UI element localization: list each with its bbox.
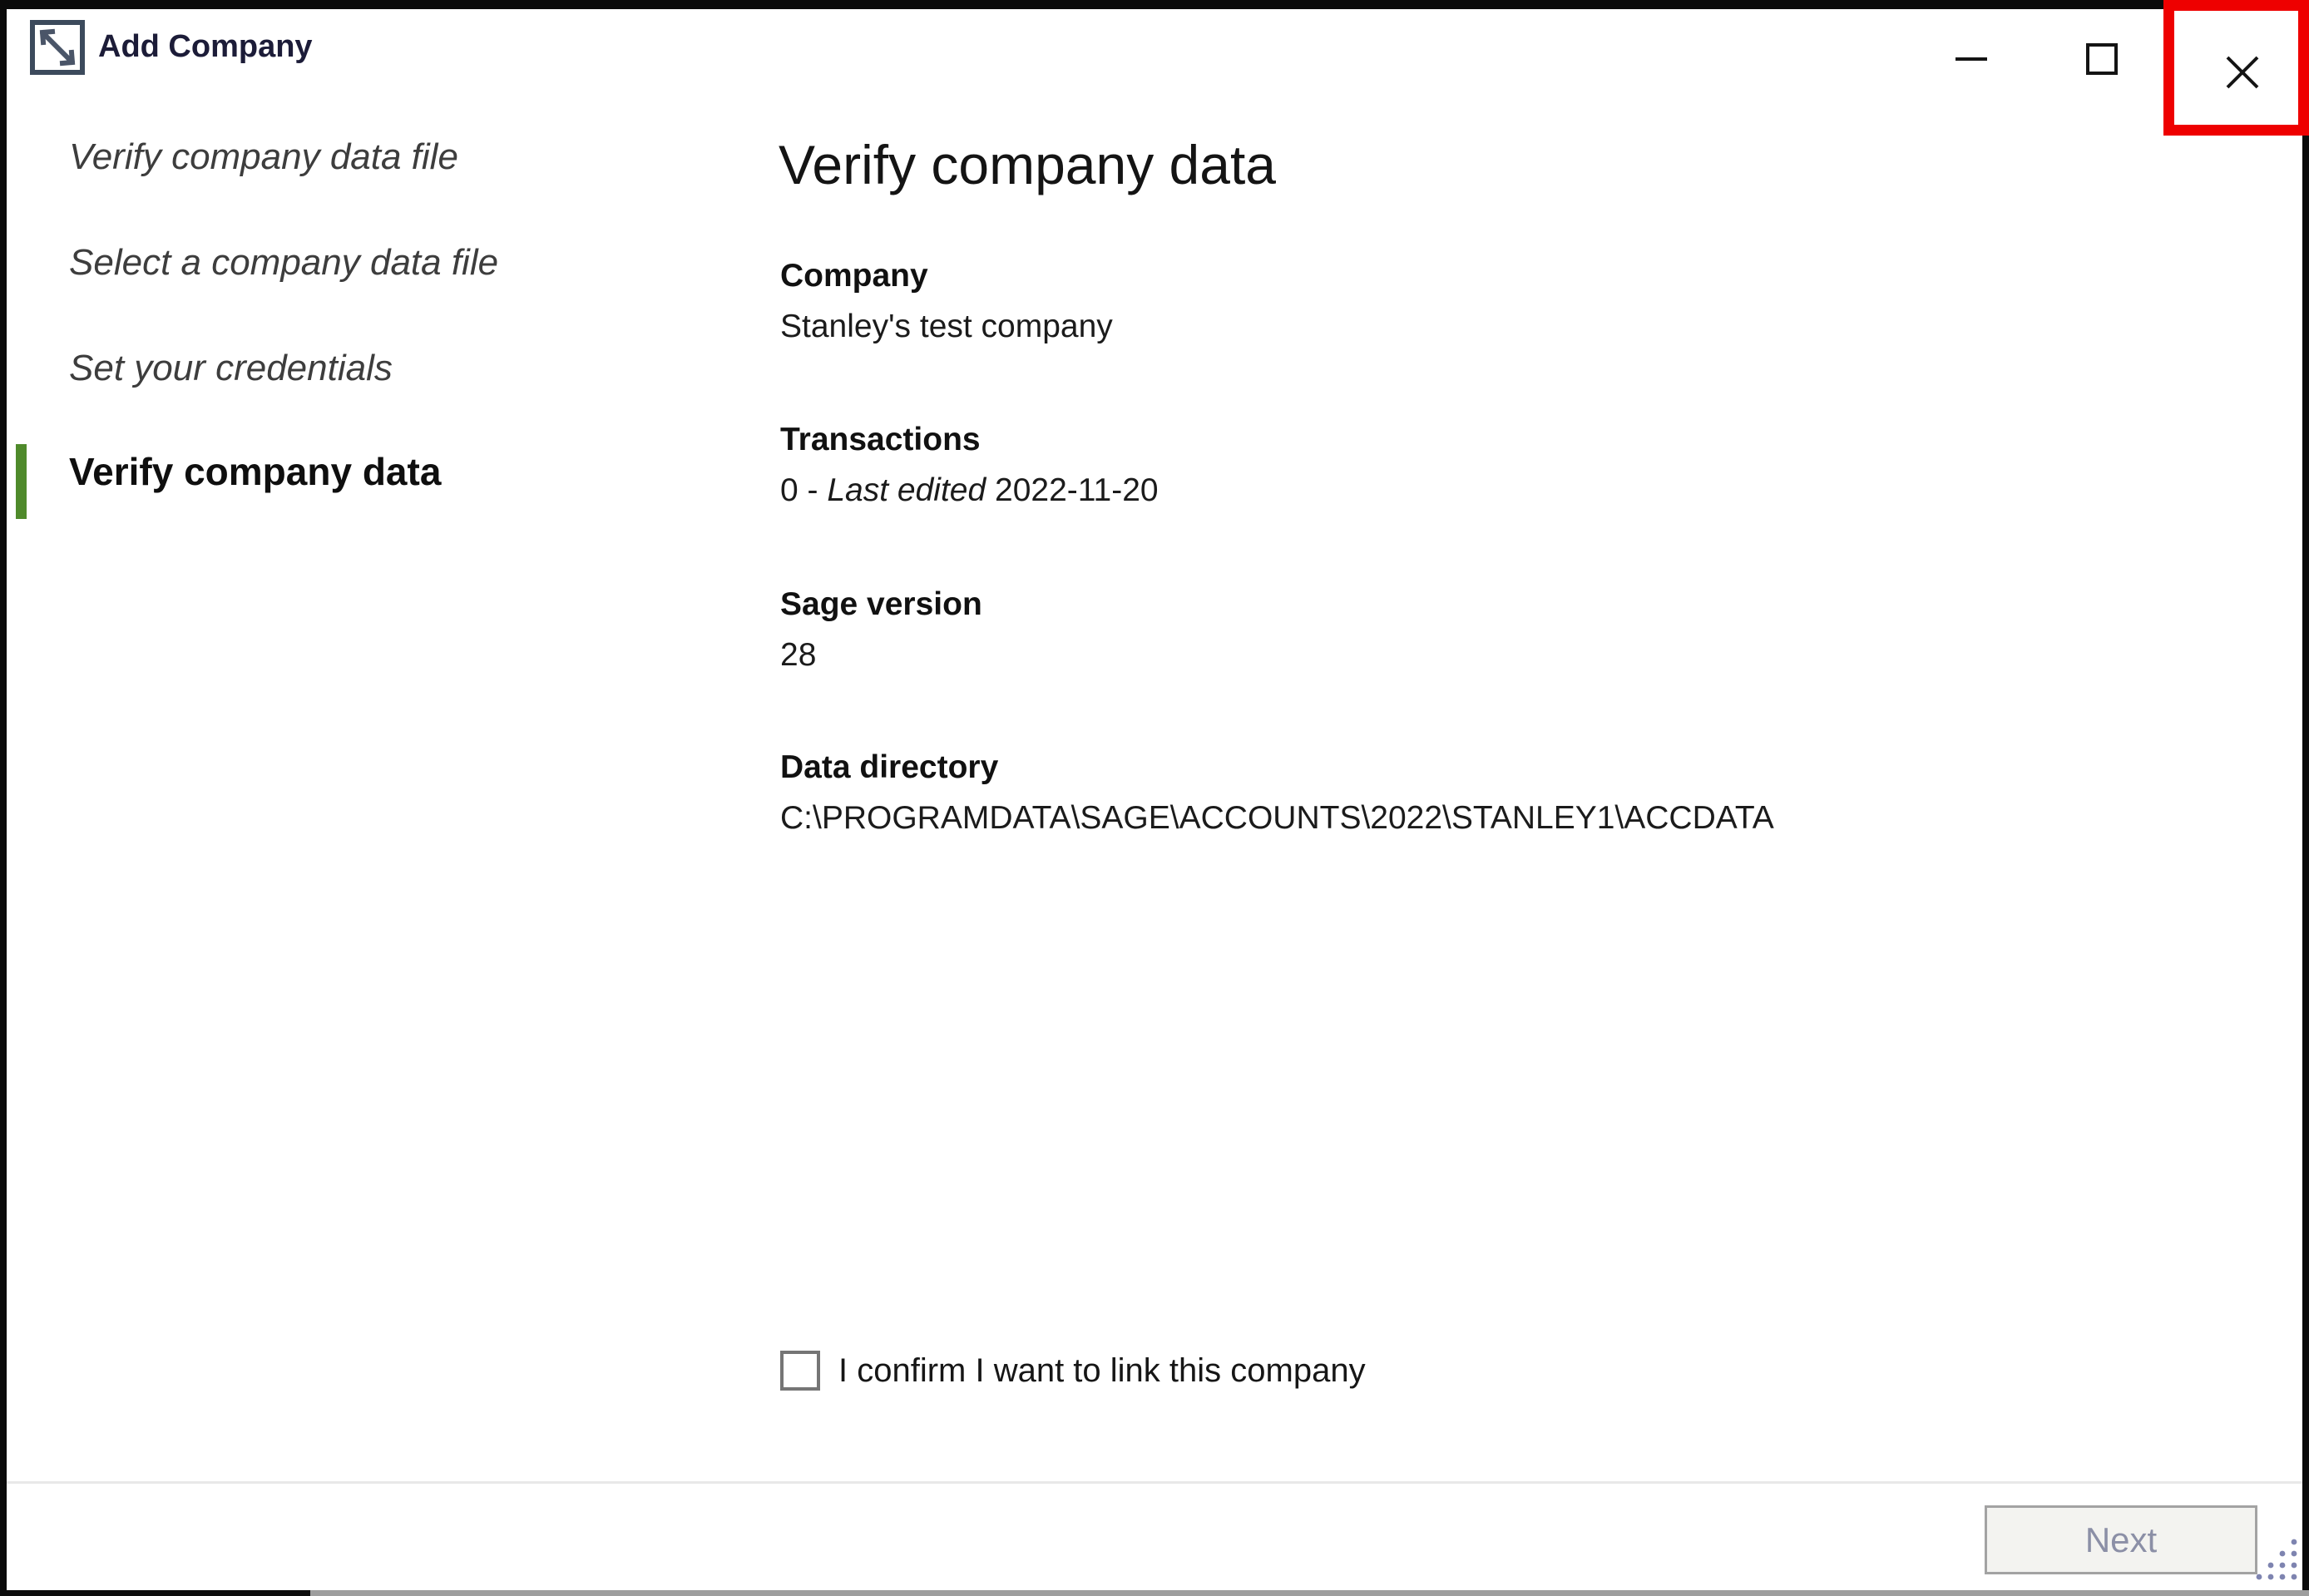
sage-version-value: 28	[780, 634, 982, 677]
sidebar-step-verify-company-data-file[interactable]: Verify company data file	[69, 133, 458, 181]
sage-version-section: Sage version 28	[780, 583, 982, 677]
window-border-left	[0, 0, 7, 1591]
data-directory-label: Data directory	[780, 746, 1774, 789]
window-border-right	[2302, 0, 2309, 1591]
window-title: Add Company	[98, 29, 313, 65]
sage-link-icon	[30, 20, 85, 75]
confirm-link-row: I confirm I want to link this company	[780, 1351, 1366, 1391]
maximize-icon	[2086, 43, 2118, 75]
page-title: Verify company data	[779, 133, 1276, 196]
minimize-icon	[1955, 57, 1987, 61]
sidebar-step-select-a-company-data-file[interactable]: Select a company data file	[69, 239, 498, 287]
transactions-count: 0 -	[780, 472, 827, 508]
window-bottom-edge	[0, 1590, 2309, 1596]
company-section: Company Stanley's test company	[780, 254, 1113, 348]
company-label: Company	[780, 254, 1113, 298]
confirm-link-checkbox[interactable]	[780, 1351, 820, 1391]
data-directory-section: Data directory C:\PROGRAMDATA\SAGE\ACCOU…	[780, 746, 1774, 840]
resize-grip[interactable]	[2251, 1534, 2302, 1585]
company-value: Stanley's test company	[780, 305, 1113, 348]
add-company-dialog: Add Company Verify company data file Sel…	[0, 0, 2309, 1596]
transactions-value: 0 - Last edited 2022-11-20	[780, 469, 1159, 512]
transactions-label: Transactions	[780, 418, 1159, 462]
window-border-top	[0, 0, 2309, 9]
resize-grip-icon	[2251, 1534, 2302, 1585]
maximize-button[interactable]	[2056, 9, 2148, 109]
transactions-last-edited-date: 2022-11-20	[986, 472, 1158, 508]
sidebar-step-verify-company-data[interactable]: Verify company data	[69, 447, 441, 496]
transactions-last-edited-text: Last edited	[827, 472, 986, 508]
transactions-section: Transactions 0 - Last edited 2022-11-20	[780, 418, 1159, 512]
title-bar: Add Company	[7, 9, 2302, 101]
sidebar-step-set-your-credentials[interactable]: Set your credentials	[69, 344, 393, 393]
sage-version-label: Sage version	[780, 583, 982, 626]
close-button-highlight	[2163, 0, 2309, 136]
footer-divider	[7, 1481, 2302, 1484]
confirm-link-label: I confirm I want to link this company	[838, 1352, 1366, 1390]
next-button[interactable]: Next	[1985, 1505, 2257, 1574]
minimize-button[interactable]	[1926, 9, 2017, 109]
active-step-marker	[16, 444, 27, 519]
data-directory-value: C:\PROGRAMDATA\SAGE\ACCOUNTS\2022\STANLE…	[780, 797, 1774, 840]
